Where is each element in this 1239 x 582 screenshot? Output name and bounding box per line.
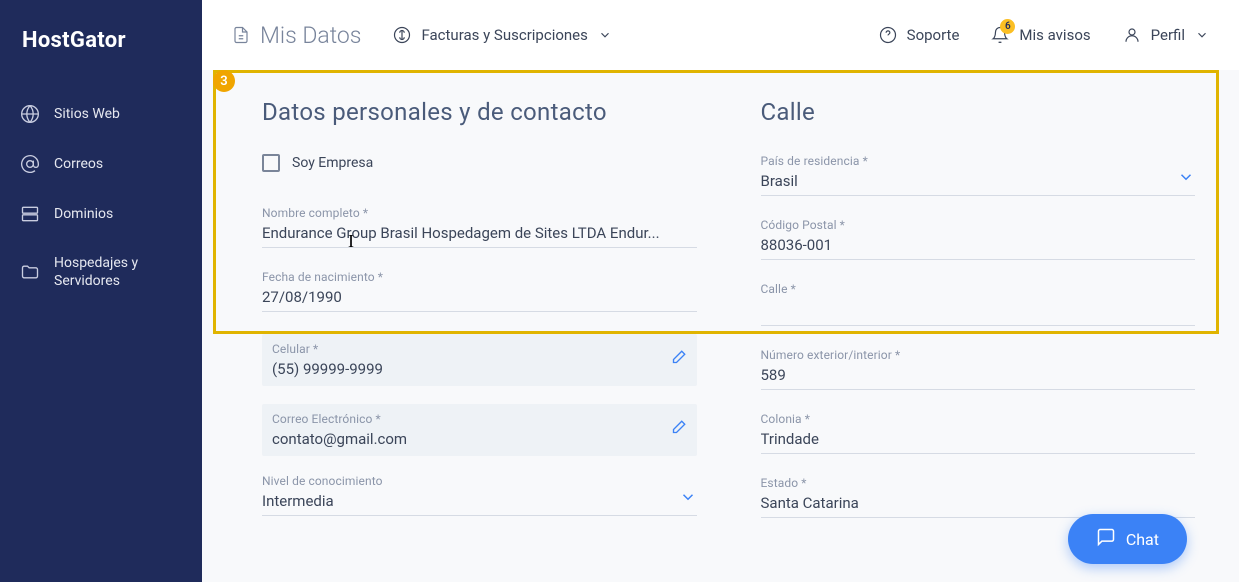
chevron-down-icon: [679, 488, 697, 510]
colony-value: Trindade: [761, 430, 1196, 448]
server-icon: [20, 204, 40, 224]
dob-value: 27/08/1990: [262, 288, 697, 306]
topbar-billing-label: Facturas y Suscripciones: [421, 26, 587, 44]
country-label: País de residencia *: [761, 154, 868, 168]
sidebar-item-label: Hospedajes y Servidores: [54, 254, 182, 290]
knowledge-level-select[interactable]: Nivel de conocimiento Intermedia: [262, 474, 697, 516]
email-value: contato@gmail.com: [272, 430, 687, 448]
dob-field[interactable]: Fecha de nacimiento * 27/08/1990: [262, 270, 697, 312]
dollar-icon: [393, 26, 411, 44]
chevron-down-icon: [598, 28, 612, 42]
sidebar-item-emails[interactable]: Correos: [0, 139, 202, 189]
company-checkbox[interactable]: [262, 154, 280, 172]
company-checkbox-row[interactable]: Soy Empresa: [262, 154, 697, 172]
country-value: Brasil: [761, 172, 868, 190]
topbar: Mis Datos Facturas y Suscripciones Sopor…: [202, 0, 1239, 70]
country-select[interactable]: País de residencia * Brasil: [761, 154, 1196, 196]
folder-icon: [20, 262, 40, 282]
at-icon: [20, 154, 40, 174]
sidebar-item-label: Dominios: [54, 205, 113, 223]
globe-icon: [20, 104, 40, 124]
section-title-personal: Datos personales y de contacto: [262, 98, 697, 126]
user-icon: [1123, 26, 1141, 44]
edit-icon[interactable]: [669, 419, 687, 441]
topbar-profile-label: Perfil: [1151, 26, 1185, 44]
phone-value: (55) 99999-9999: [272, 360, 687, 378]
name-value: Endurance Group Brasil Hospedagem de Sit…: [262, 224, 697, 242]
name-label: Nombre completo *: [262, 206, 697, 220]
level-label: Nivel de conocimiento: [262, 474, 383, 488]
street-field[interactable]: Calle *: [761, 282, 1196, 326]
edit-icon[interactable]: [669, 349, 687, 371]
help-icon: [879, 26, 897, 44]
colony-label: Colonia *: [761, 412, 1196, 426]
number-value: 589: [761, 366, 1196, 384]
postal-label: Código Postal *: [761, 218, 1196, 232]
sidebar-item-domains[interactable]: Dominios: [0, 189, 202, 239]
phone-field[interactable]: Celular * (55) 99999-9999: [262, 334, 697, 386]
topbar-support[interactable]: Soporte: [879, 26, 960, 44]
sidebar-item-sites[interactable]: Sitios Web: [0, 89, 202, 139]
company-checkbox-label: Soy Empresa: [292, 155, 373, 171]
number-field[interactable]: Número exterior/interior * 589: [761, 348, 1196, 390]
dob-label: Fecha de nacimiento *: [262, 270, 697, 284]
level-value: Intermedia: [262, 492, 383, 510]
logo: HostGator: [0, 0, 202, 89]
document-icon: [232, 26, 250, 44]
bell-icon: 6: [991, 26, 1009, 44]
topbar-billing[interactable]: Facturas y Suscripciones: [393, 26, 611, 44]
sidebar-item-hosting[interactable]: Hospedajes y Servidores: [0, 239, 202, 305]
state-label: Estado *: [761, 476, 1196, 490]
colony-field[interactable]: Colonia * Trindade: [761, 412, 1196, 454]
topbar-notices[interactable]: 6 Mis avisos: [991, 26, 1090, 44]
state-field[interactable]: Estado * Santa Catarina: [761, 476, 1196, 518]
topbar-profile[interactable]: Perfil: [1123, 26, 1209, 44]
chat-button[interactable]: Chat: [1068, 514, 1187, 564]
street-label: Calle *: [761, 282, 1196, 296]
number-label: Número exterior/interior *: [761, 348, 1196, 362]
name-field[interactable]: Nombre completo * Endurance Group Brasil…: [262, 206, 697, 248]
postal-value: 88036-001: [761, 236, 1196, 254]
street-value: [761, 300, 1196, 320]
email-field[interactable]: Correo Electrónico * contato@gmail.com: [262, 404, 697, 456]
phone-label: Celular *: [272, 342, 687, 356]
topbar-support-label: Soporte: [907, 26, 960, 44]
postal-field[interactable]: Código Postal * 88036-001: [761, 218, 1196, 260]
chevron-down-icon: [1177, 168, 1195, 190]
topbar-current-label: Mis Datos: [260, 22, 361, 49]
chat-label: Chat: [1126, 530, 1159, 549]
notices-badge: 6: [1000, 19, 1015, 34]
chevron-down-icon: [1195, 28, 1209, 42]
topbar-current-page: Mis Datos: [232, 22, 361, 49]
topbar-notices-label: Mis avisos: [1019, 26, 1090, 44]
sidebar-item-label: Sitios Web: [54, 105, 120, 123]
chat-icon: [1096, 527, 1116, 551]
sidebar: HostGator Sitios Web Correos Dominios Ho…: [0, 0, 202, 582]
section-title-address: Calle: [761, 98, 1196, 126]
email-label: Correo Electrónico *: [272, 412, 687, 426]
state-value: Santa Catarina: [761, 494, 1196, 512]
sidebar-item-label: Correos: [54, 155, 103, 173]
